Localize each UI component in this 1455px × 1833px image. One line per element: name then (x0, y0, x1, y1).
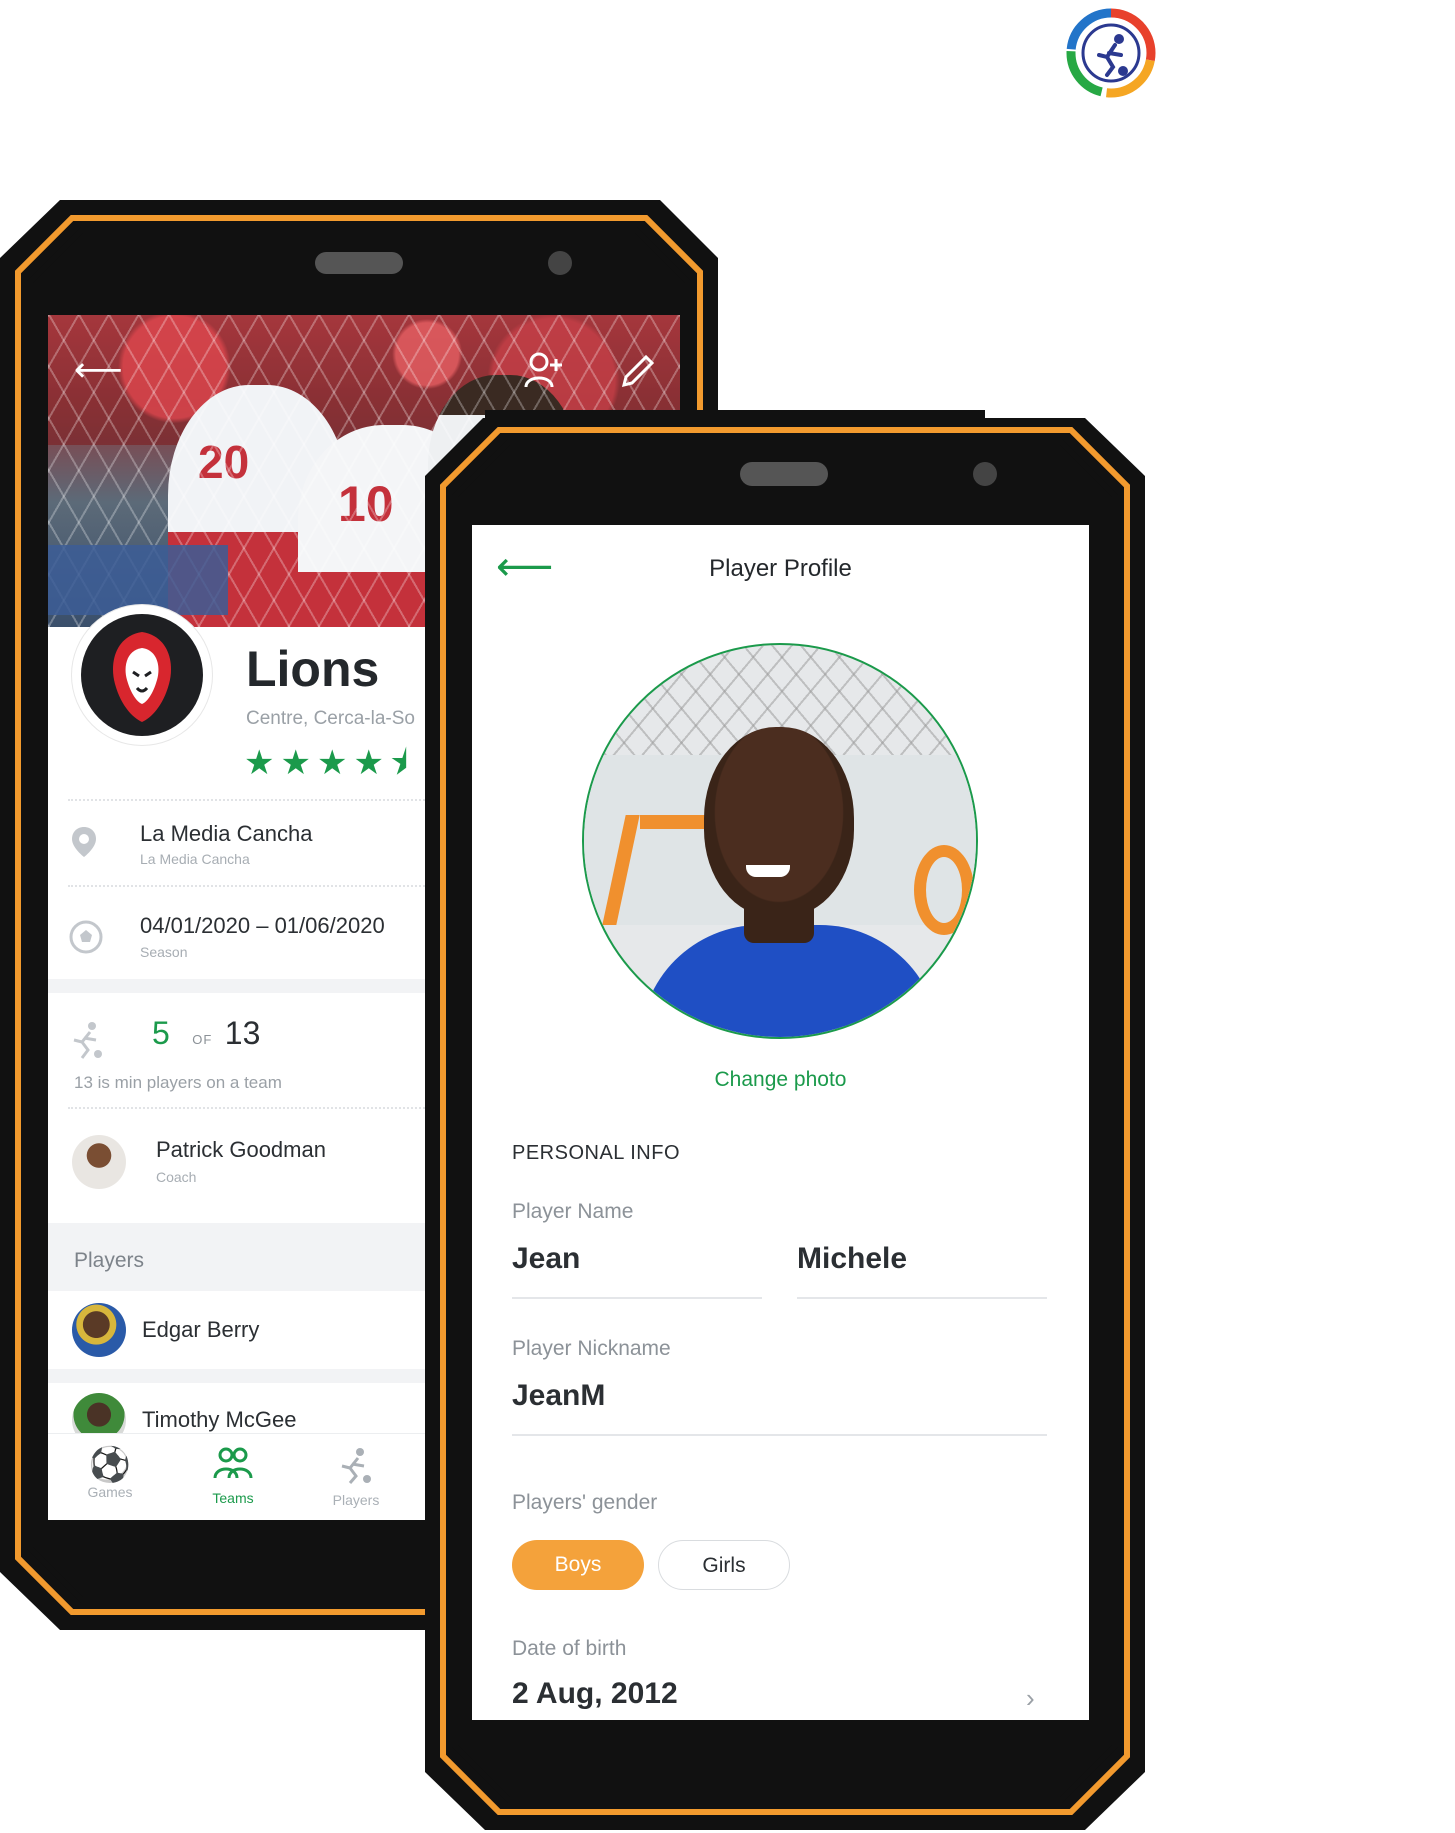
first-name-field[interactable]: Jean (512, 1242, 580, 1276)
nickname-underline (512, 1434, 1047, 1436)
tab-games[interactable]: ⚽ Games (50, 1446, 170, 1500)
team-logo (72, 605, 212, 745)
tab-label: Games (87, 1484, 133, 1500)
roster-note: 13 is min players on a team (74, 1073, 282, 1092)
roster-current: 5 (152, 1015, 170, 1051)
venue-name: La Media Cancha (140, 821, 313, 846)
last-name-field[interactable]: Michele (797, 1242, 907, 1276)
player-name: Edgar Berry (142, 1317, 260, 1342)
last-name-underline (797, 1297, 1047, 1299)
roster-count: 5 OF 13 (152, 1015, 260, 1052)
running-player-icon (70, 1020, 106, 1067)
add-user-icon[interactable] (523, 349, 565, 391)
roster-total: 13 (224, 1015, 261, 1051)
section-title: PERSONAL INFO (512, 1142, 681, 1164)
arrow-left-icon[interactable]: ⟵ (74, 353, 123, 387)
change-photo-link[interactable]: Change photo (472, 1068, 1089, 1092)
running-player-icon (296, 1446, 416, 1492)
lion-icon (112, 632, 172, 722)
pencil-icon[interactable] (618, 351, 658, 391)
group-icon (173, 1446, 293, 1490)
lion-crest (81, 614, 203, 736)
players-label: Players (74, 1249, 145, 1272)
season-label: Season (140, 944, 188, 960)
soccer-ball-icon (68, 919, 104, 962)
first-name-underline (512, 1297, 762, 1299)
wall-letter (914, 845, 974, 935)
face (704, 727, 854, 917)
coach-role: Coach (156, 1169, 197, 1185)
tab-label: Teams (212, 1490, 254, 1506)
dob-field[interactable]: 2 Aug, 2012 (512, 1677, 678, 1711)
chevron-right-icon[interactable]: › (1026, 1683, 1035, 1714)
team-name: Lions (246, 641, 380, 697)
nickname-field[interactable]: JeanM (512, 1379, 605, 1413)
smile (746, 865, 790, 877)
page-title: Player Profile (709, 555, 852, 582)
star-rating: ★★★★⯨ (244, 744, 414, 782)
soccer-ball-icon: ⚽ (88, 1446, 132, 1484)
gender-option-boys[interactable]: Boys (512, 1540, 644, 1590)
player-avatar (72, 1303, 126, 1357)
player-profile-screen: ⟵ Player Profile Change photo PERSONAL I… (472, 525, 1089, 1720)
brand-logo (1066, 8, 1156, 98)
player-name-label: Player Name (512, 1200, 634, 1223)
coach-name[interactable]: Patrick Goodman (156, 1137, 326, 1163)
dob-label: Date of birth (512, 1637, 627, 1660)
venue-sub: La Media Cancha (140, 851, 250, 867)
coach-avatar[interactable] (72, 1135, 126, 1189)
player-photo[interactable] (582, 643, 978, 1039)
tab-players[interactable]: Players (296, 1446, 416, 1508)
gender-option-girls[interactable]: Girls (658, 1540, 790, 1590)
nickname-label: Player Nickname (512, 1337, 671, 1360)
season-dates: 04/01/2020 – 01/06/2020 (140, 913, 385, 938)
location-pin-icon (70, 825, 98, 866)
tab-label: Players (332, 1492, 380, 1508)
gender-label: Players' gender (512, 1491, 658, 1514)
tab-teams[interactable]: Teams (173, 1446, 293, 1506)
team-location: Centre, Cerca-la-So (246, 708, 415, 729)
roster-of: OF (192, 1032, 213, 1047)
player-name: Timothy McGee (142, 1407, 297, 1432)
